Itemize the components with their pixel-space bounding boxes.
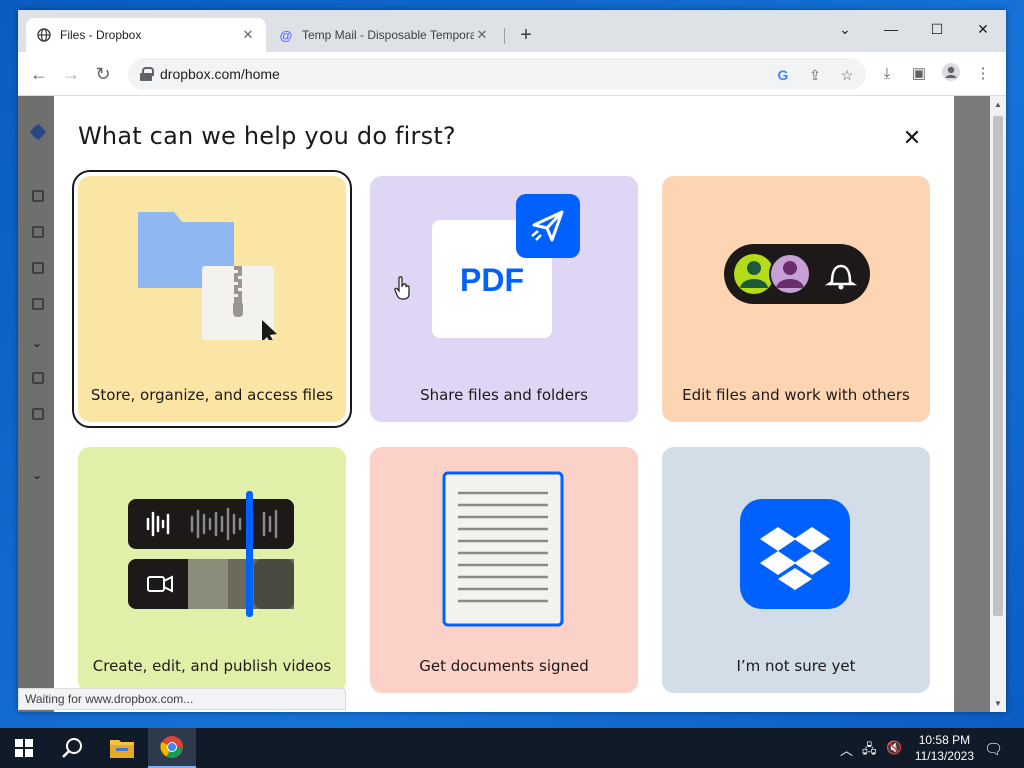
option-sign-documents[interactable]: Get documents signed — [370, 447, 638, 693]
document-icon — [442, 471, 564, 627]
search-icon[interactable] — [48, 728, 96, 768]
bell-icon — [824, 264, 858, 290]
deleted-files-icon[interactable] — [32, 408, 44, 420]
tab-search-icon[interactable]: ⌄ — [822, 14, 868, 44]
option-label: Store, organize, and access files — [90, 386, 334, 404]
tab-title: Files - Dropbox — [60, 28, 142, 42]
scroll-thumb[interactable] — [993, 116, 1003, 616]
option-videos[interactable]: Create, edit, and publish videos — [78, 447, 346, 693]
lock-icon — [140, 67, 154, 81]
option-label: Edit files and work with others — [682, 386, 910, 404]
close-window-button[interactable]: ✕ — [960, 14, 1006, 44]
clock-time: 10:58 PM — [918, 733, 971, 747]
scroll-up-arrow[interactable]: ▲ — [994, 100, 1002, 109]
chevron-down-icon[interactable]: ⌄ — [32, 468, 44, 482]
system-clock[interactable]: 10:58 PM 11/13/2023 — [915, 732, 974, 764]
tray-chevron-icon[interactable]: ︿ — [840, 740, 853, 759]
file-explorer-icon[interactable] — [98, 728, 146, 768]
option-collaborate[interactable]: Edit files and work with others — [662, 176, 930, 422]
browser-toolbar: ← → ↻ dropbox.com/home G ⇪ ☆ ⤓ ▣ ⋮ — [18, 52, 1006, 96]
address-bar[interactable]: dropbox.com/home G ⇪ ☆ — [128, 58, 866, 90]
dropbox-logo-icon — [740, 499, 850, 609]
profile-avatar-icon[interactable] — [940, 63, 962, 85]
video-editor-illustration — [128, 491, 294, 617]
option-label: Create, edit, and publish videos — [92, 657, 332, 675]
folder-zip-illustration — [138, 212, 277, 340]
home-icon[interactable] — [32, 190, 44, 202]
tab-close-icon[interactable]: ✕ — [474, 27, 490, 43]
tab-temp-mail[interactable]: @ Temp Mail - Disposable Tempora ✕ — [268, 18, 500, 52]
chevron-down-icon[interactable]: ⌄ — [32, 336, 44, 350]
url-text: dropbox.com/home — [160, 66, 280, 82]
pdf-label: PDF — [460, 262, 524, 298]
bookmark-star-icon[interactable]: ☆ — [838, 66, 856, 84]
tab-separator — [504, 28, 505, 44]
page-scrollbar[interactable]: ▲ ▼ — [990, 96, 1006, 712]
menu-kebab-icon[interactable]: ⋮ — [972, 63, 994, 85]
minimize-button[interactable]: — — [868, 14, 914, 44]
at-icon: @ — [279, 27, 293, 43]
windows-logo-icon — [15, 739, 33, 757]
share-icon[interactable]: ⇪ — [806, 66, 824, 84]
option-label: Get documents signed — [419, 657, 589, 675]
photos-icon[interactable] — [32, 262, 44, 274]
status-bubble: Waiting for www.dropbox.com... — [18, 688, 346, 710]
volume-muted-icon[interactable]: 🔇 — [886, 740, 902, 756]
browser-window: Files - Dropbox ✕ @ Temp Mail - Disposab… — [18, 10, 1006, 712]
collaborators-pill — [724, 244, 870, 304]
tab-dropbox[interactable]: Files - Dropbox ✕ — [26, 18, 266, 52]
maximize-button[interactable]: ☐ — [914, 14, 960, 44]
windows-taskbar: ︿ 🖧 🔇 10:58 PM 11/13/2023 🗨 — [0, 728, 1024, 768]
modal-title: What can we help you do first? — [78, 122, 456, 150]
onboarding-modal: What can we help you do first? ✕ Store, … — [54, 96, 954, 712]
tab-title: Temp Mail - Disposable Tempora — [302, 28, 474, 42]
globe-icon — [36, 27, 52, 43]
clock-date: 11/13/2023 — [914, 749, 974, 763]
reload-button[interactable]: ↻ — [90, 61, 116, 87]
playhead — [246, 491, 253, 617]
option-store-files[interactable]: Store, organize, and access files — [72, 170, 352, 428]
file-requests-icon[interactable] — [32, 372, 44, 384]
network-icon[interactable]: 🖧 — [862, 740, 877, 762]
google-lens-icon[interactable]: G — [774, 66, 792, 84]
scroll-down-arrow[interactable]: ▼ — [994, 699, 1002, 708]
tab-close-icon[interactable]: ✕ — [240, 27, 256, 43]
tab-strip: Files - Dropbox ✕ @ Temp Mail - Disposab… — [18, 10, 1006, 52]
option-not-sure[interactable]: I’m not sure yet — [662, 447, 930, 693]
option-label: Share files and folders — [420, 386, 588, 404]
side-panel-icon[interactable]: ▣ — [908, 63, 930, 85]
files-icon[interactable] — [32, 226, 44, 238]
notification-icon[interactable]: 🗨 — [984, 740, 1003, 758]
forward-button[interactable]: → — [58, 61, 84, 87]
new-tab-button[interactable]: + — [514, 24, 538, 48]
chrome-taskbar-icon[interactable] — [148, 728, 196, 768]
hand-cursor-icon — [394, 276, 410, 300]
dropbox-logo-icon[interactable] — [29, 123, 47, 141]
page-content: ⌄ ⌄ What can we help you do first? ✕ Sto… — [18, 96, 1006, 712]
back-button[interactable]: ← — [26, 61, 52, 87]
dropbox-sidebar: ⌄ ⌄ — [18, 96, 54, 712]
send-icon — [516, 194, 580, 258]
close-icon[interactable]: ✕ — [900, 126, 924, 150]
shared-icon[interactable] — [32, 298, 44, 310]
start-button[interactable] — [0, 728, 48, 768]
download-icon[interactable]: ⤓ — [876, 63, 898, 85]
option-label: I’m not sure yet — [736, 657, 856, 675]
